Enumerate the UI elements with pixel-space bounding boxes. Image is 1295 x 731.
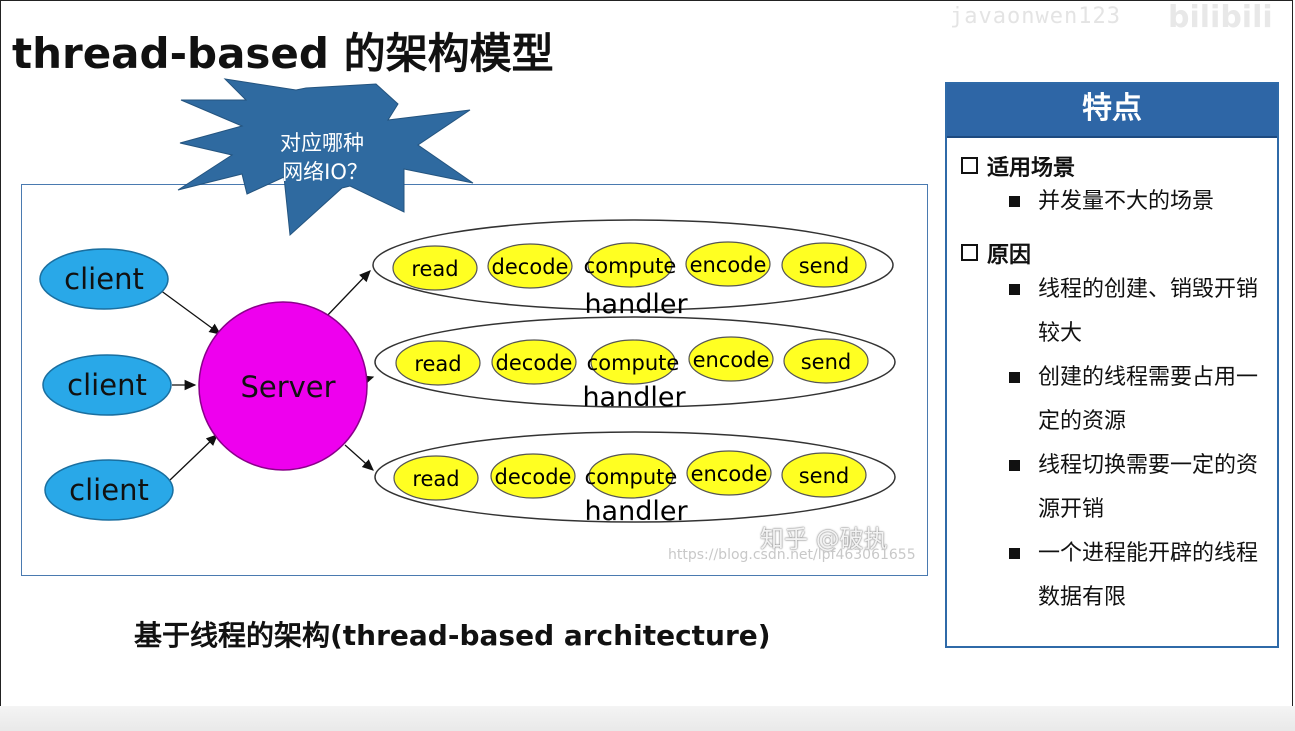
list-item-text: 创建的线程需要占用一定的资源 — [1038, 365, 1259, 434]
handler-group-1: read decode compute encode send handler — [372, 219, 894, 320]
step-label: compute — [587, 351, 680, 375]
step-label: encode — [693, 348, 770, 372]
step-label: decode — [495, 465, 572, 489]
filled-square-bullet-icon — [1009, 548, 1020, 559]
section-title: 原因 — [987, 243, 1032, 268]
arrow-server-handler3 — [344, 444, 374, 471]
step-label: send — [799, 254, 850, 278]
list-item: 并发量不大的场景 — [1009, 180, 1259, 224]
step-label: read — [412, 467, 459, 491]
features-panel: 特点 适用场景 并发量不大的场景 原因 线程的创建、销毁开销较大 创建的线程需要… — [945, 82, 1279, 648]
list-item: 线程的创建、销毁开销较大 — [1009, 268, 1259, 356]
bottom-bar — [0, 706, 1295, 731]
arrow-client1-server — [159, 289, 222, 335]
panel-header: 特点 — [947, 84, 1277, 138]
filled-square-bullet-icon — [1009, 460, 1020, 471]
list-item-text: 线程切换需要一定的资源开销 — [1038, 453, 1259, 522]
step-label: encode — [690, 253, 767, 277]
step-label: decode — [492, 255, 569, 279]
diagram-caption: 基于线程的架构(thread-based architecture) — [134, 619, 771, 652]
step-label: send — [799, 464, 850, 488]
filled-square-bullet-icon — [1009, 372, 1020, 383]
csdn-watermark: https://blog.csdn.net/lpf463061655 — [668, 547, 916, 563]
handler-label: handler — [584, 289, 688, 320]
section-scenario: 适用场景 — [961, 150, 1075, 182]
client-label-1: client — [64, 262, 144, 296]
step-label: read — [411, 257, 458, 281]
step-label: compute — [585, 465, 678, 489]
arrow-client3-server — [169, 434, 218, 481]
architecture-diagram: 对应哪种 网络IO？ client client client Server r… — [39, 78, 896, 527]
server-label: Server — [240, 370, 335, 404]
handler-group-2: read decode compute encode send handler — [374, 316, 896, 413]
filled-square-bullet-icon — [1009, 196, 1020, 207]
filled-square-bullet-icon — [1009, 284, 1020, 295]
section-title: 适用场景 — [987, 156, 1076, 181]
client-label-2: client — [67, 368, 147, 402]
step-label: compute — [584, 254, 677, 278]
callout-line2: 网络IO？ — [282, 160, 368, 184]
handler-group-3: read decode compute encode send handler — [374, 431, 896, 527]
list-item: 创建的线程需要占用一定的资源 — [1009, 356, 1259, 444]
handler-label: handler — [582, 382, 686, 413]
uploader-watermark: javaonwen123 — [950, 4, 1121, 29]
section-reason: 原因 — [961, 237, 1031, 269]
callout-line1: 对应哪种 — [280, 131, 364, 155]
list-item: 一个进程能开辟的线程数据有限 — [1009, 532, 1259, 620]
list-item-text: 线程的创建、销毁开销较大 — [1038, 277, 1259, 346]
arrow-server-handler1 — [324, 270, 371, 319]
callout-starburst — [177, 78, 474, 237]
step-label: encode — [691, 462, 768, 486]
step-label: send — [801, 350, 852, 374]
list-item: 线程切换需要一定的资源开销 — [1009, 444, 1259, 532]
hollow-square-bullet-icon — [961, 157, 978, 174]
client-label-3: client — [69, 473, 149, 507]
step-label: decode — [496, 351, 573, 375]
list-item-text: 一个进程能开辟的线程数据有限 — [1038, 541, 1259, 610]
list-item-text: 并发量不大的场景 — [1038, 189, 1215, 214]
step-label: read — [414, 352, 461, 376]
hollow-square-bullet-icon — [961, 244, 978, 261]
handler-label: handler — [584, 496, 688, 527]
bilibili-logo: bilibili — [1168, 0, 1273, 35]
